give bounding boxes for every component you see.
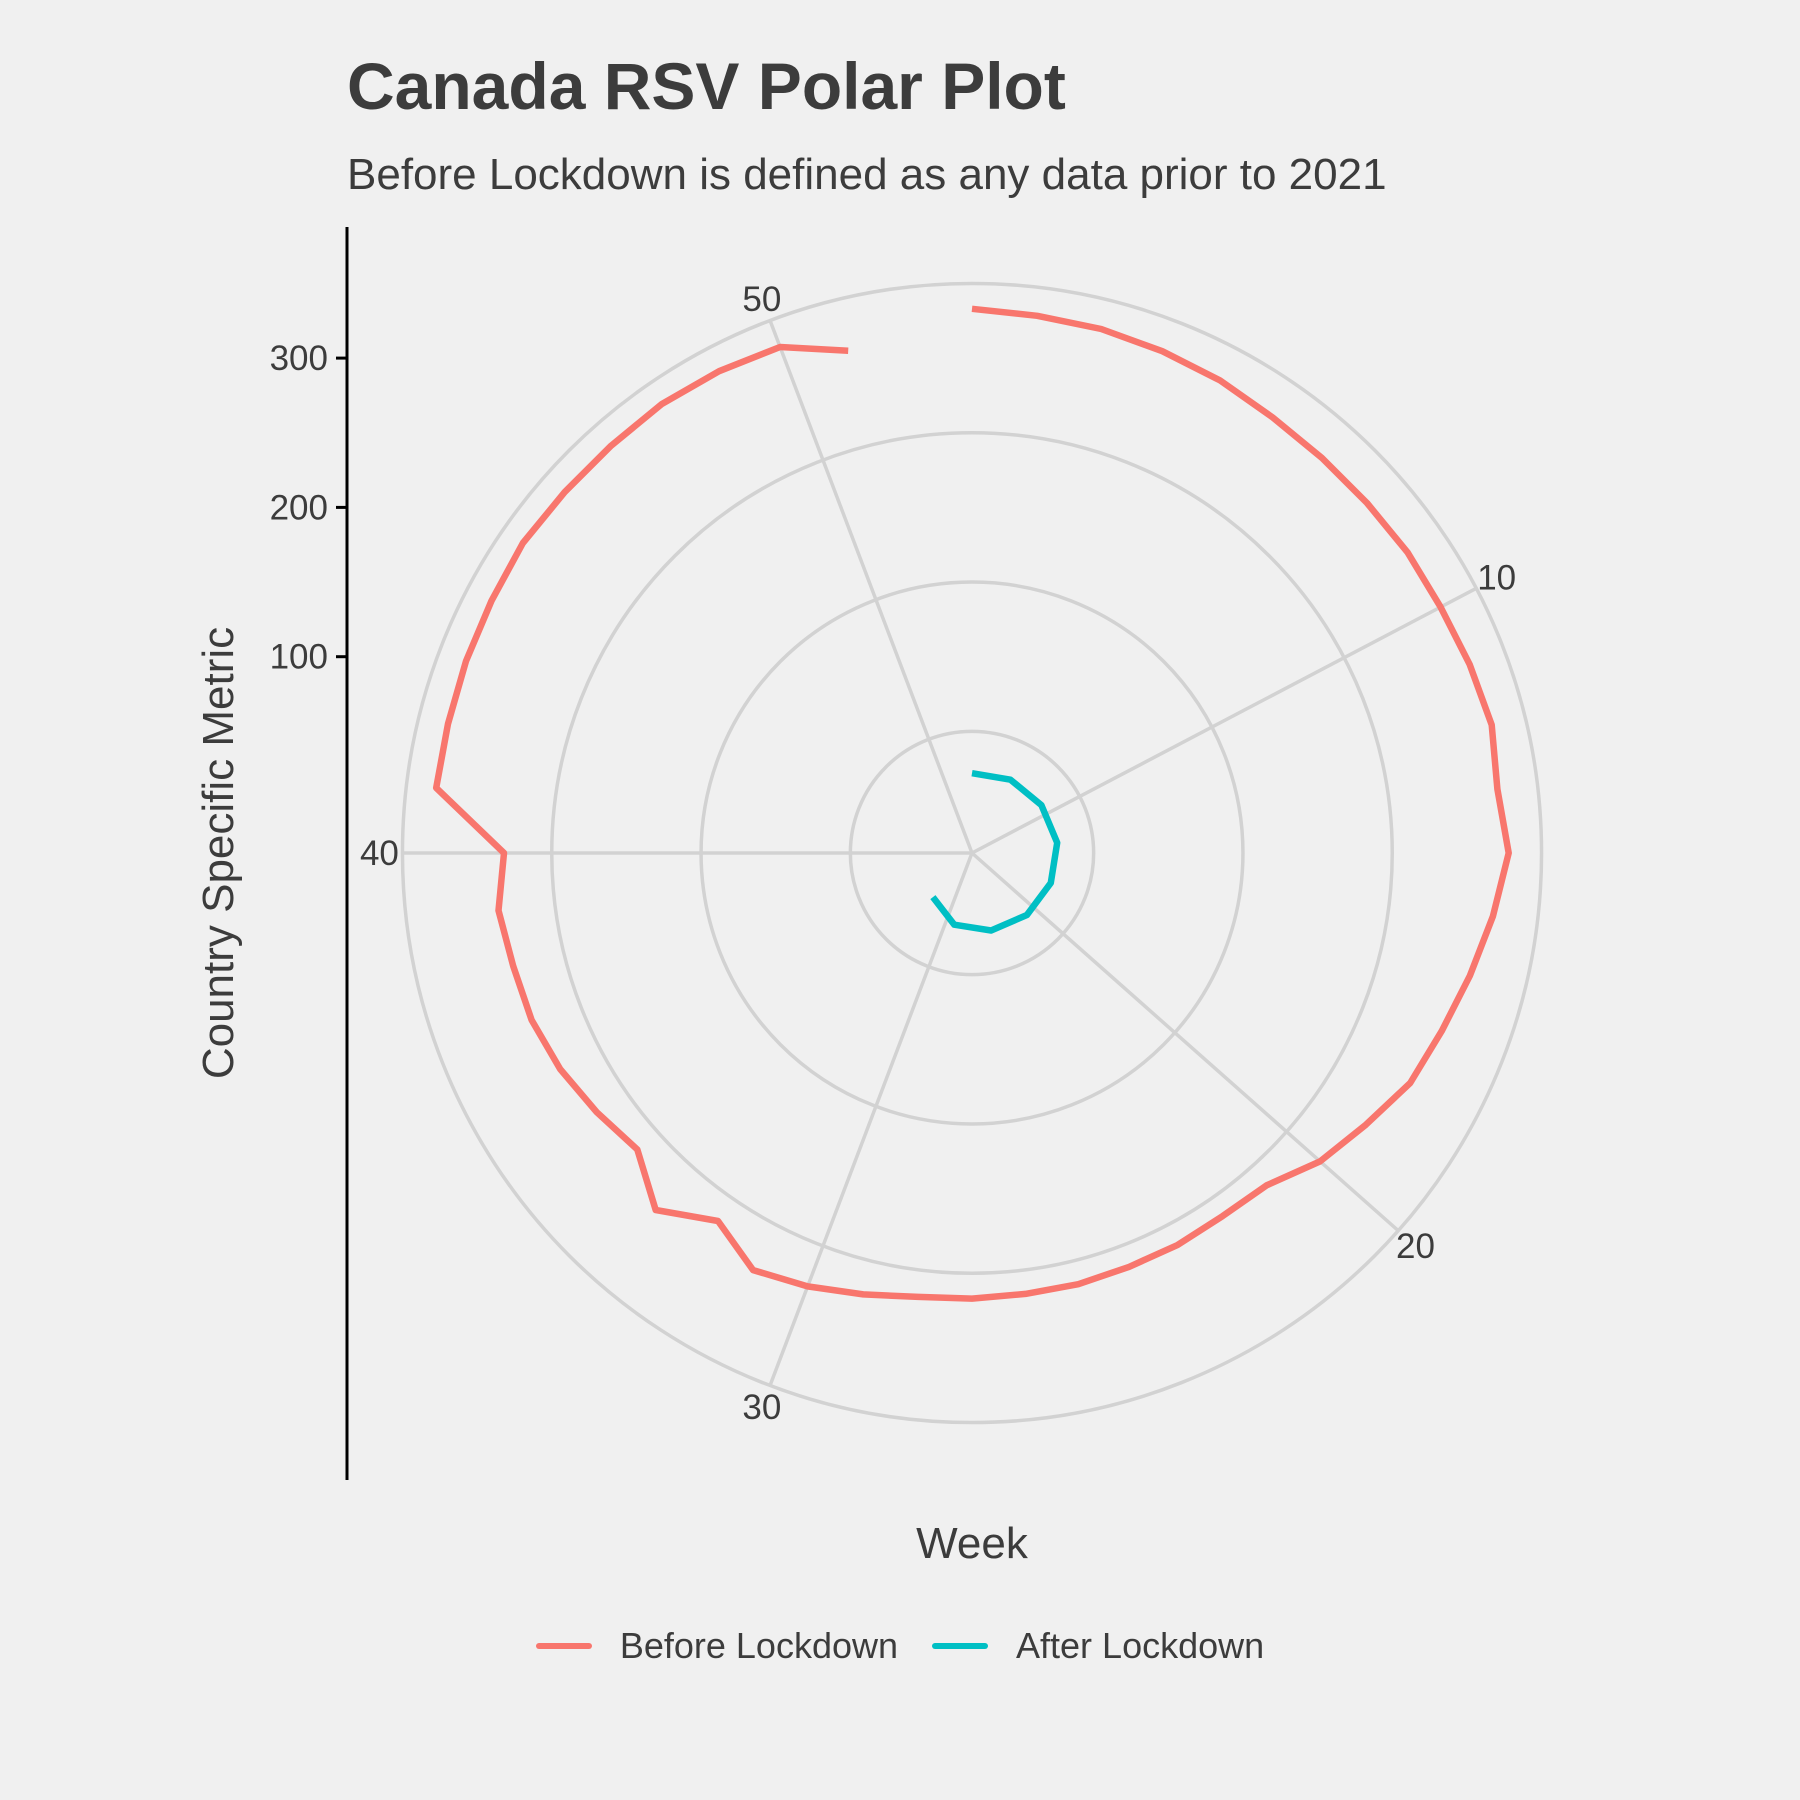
- week-tick-50: 50: [742, 280, 781, 319]
- spoke-50: [768, 319, 974, 854]
- legend: Before Lockdown After Lockdown: [0, 1625, 1800, 1667]
- legend-label-before: Before Lockdown: [619, 1625, 899, 1666]
- y-tick-label-100: 100: [270, 638, 328, 677]
- legend-key-after: [932, 1643, 989, 1649]
- legend-item-after: After Lockdown: [932, 1625, 1264, 1667]
- y-axis-ticks: 100 200 300: [270, 339, 347, 677]
- y-tick-label-200: 200: [270, 488, 328, 527]
- polar-plot: 10 20 30 40 50 100 200 300 Week Country Specif…: [194, 227, 1544, 1568]
- week-tick-30: 30: [742, 1388, 781, 1427]
- y-tick-label-300: 300: [270, 339, 328, 378]
- series-line-before-lockdown: [432, 305, 1512, 1302]
- x-axis-label: Week: [916, 1519, 1029, 1568]
- legend-label-after: After Lockdown: [1016, 1625, 1265, 1666]
- week-tick-20: 20: [1396, 1227, 1435, 1266]
- week-tick-10: 10: [1477, 559, 1516, 598]
- legend-item-before: Before Lockdown: [535, 1625, 899, 1667]
- week-tick-40: 40: [360, 834, 399, 873]
- y-axis-label: Country Specific Metric: [194, 627, 243, 1079]
- series-lines: [432, 305, 1512, 1302]
- spoke-30: [768, 852, 974, 1387]
- legend-key-before: [535, 1643, 592, 1649]
- spoke-20: [970, 851, 1400, 1232]
- angular-gridlines: [402, 319, 1478, 1387]
